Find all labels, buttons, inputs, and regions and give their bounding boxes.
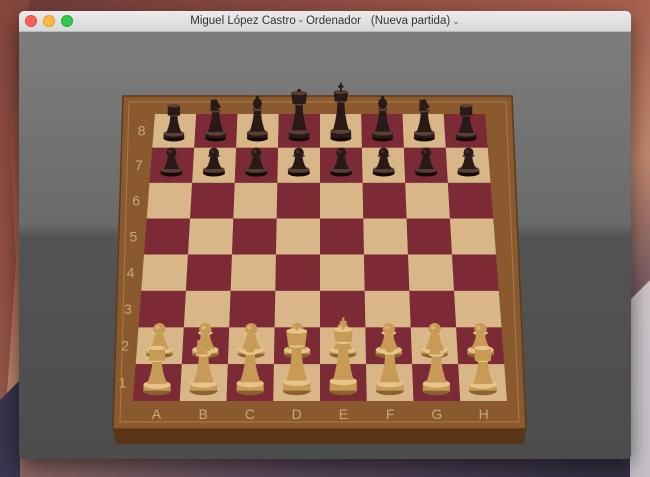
- title-bar[interactable]: Miguel López Castro - Ordenador (Nueva pa…: [19, 11, 631, 32]
- square-b6[interactable]: [190, 182, 235, 219]
- board-squares: [133, 114, 507, 401]
- square-c3[interactable]: [229, 290, 276, 328]
- square-f6[interactable]: [362, 182, 407, 219]
- square-b5[interactable]: [188, 218, 234, 255]
- rank-label: 8: [138, 123, 146, 139]
- square-g4[interactable]: [408, 254, 455, 291]
- square-d4[interactable]: [275, 254, 320, 291]
- square-a4[interactable]: [141, 254, 188, 291]
- square-f3[interactable]: [364, 290, 411, 328]
- rank-label: 5: [129, 228, 137, 244]
- square-e5[interactable]: [320, 218, 364, 255]
- square-g6[interactable]: [405, 182, 450, 219]
- file-label: F: [386, 406, 395, 422]
- file-label: G: [431, 406, 442, 422]
- square-f5[interactable]: [363, 218, 408, 255]
- rank-label: 1: [118, 375, 126, 391]
- square-c5[interactable]: [232, 218, 277, 255]
- square-b4[interactable]: [185, 254, 232, 291]
- square-g5[interactable]: [406, 218, 452, 255]
- square-g3[interactable]: [409, 290, 457, 328]
- chess-window: Miguel López Castro - Ordenador (Nueva pa…: [19, 11, 631, 459]
- rank-label: 6: [132, 193, 140, 209]
- title-game[interactable]: (Nueva partida): [371, 15, 450, 27]
- square-c6[interactable]: [233, 182, 278, 219]
- file-label: H: [479, 406, 489, 422]
- rank-label: 7: [135, 157, 143, 173]
- square-a6[interactable]: [146, 182, 193, 219]
- square-d5[interactable]: [276, 218, 320, 255]
- square-e4[interactable]: [320, 254, 365, 291]
- square-b3[interactable]: [183, 290, 231, 328]
- square-h3[interactable]: [454, 290, 502, 328]
- square-h4[interactable]: [452, 254, 499, 291]
- square-e6[interactable]: [320, 182, 364, 219]
- square-a3[interactable]: [138, 290, 186, 328]
- square-a5[interactable]: [144, 218, 191, 255]
- rank-label: 2: [121, 338, 129, 354]
- rank-label: 3: [124, 301, 132, 317]
- chevron-down-icon[interactable]: ⌄: [452, 16, 460, 26]
- title-players: Miguel López Castro - Ordenador: [190, 15, 361, 27]
- chess-board-3d[interactable]: 8 7 6 5 4 3 2 1 A B C D E F G H: [19, 32, 631, 459]
- rank-label: 4: [127, 265, 135, 281]
- file-label: A: [152, 406, 162, 422]
- square-d3[interactable]: [274, 290, 320, 328]
- file-label: B: [198, 406, 207, 422]
- square-h5[interactable]: [449, 218, 496, 255]
- file-label: D: [292, 406, 302, 422]
- square-f4[interactable]: [364, 254, 410, 291]
- square-c4[interactable]: [230, 254, 276, 291]
- file-label: E: [339, 406, 348, 422]
- window-title: Miguel López Castro - Ordenador (Nueva pa…: [19, 11, 631, 31]
- square-h6[interactable]: [447, 182, 494, 219]
- square-d6[interactable]: [276, 182, 320, 219]
- file-label: C: [245, 406, 255, 422]
- game-view: 8 7 6 5 4 3 2 1 A B C D E F G H: [19, 32, 631, 459]
